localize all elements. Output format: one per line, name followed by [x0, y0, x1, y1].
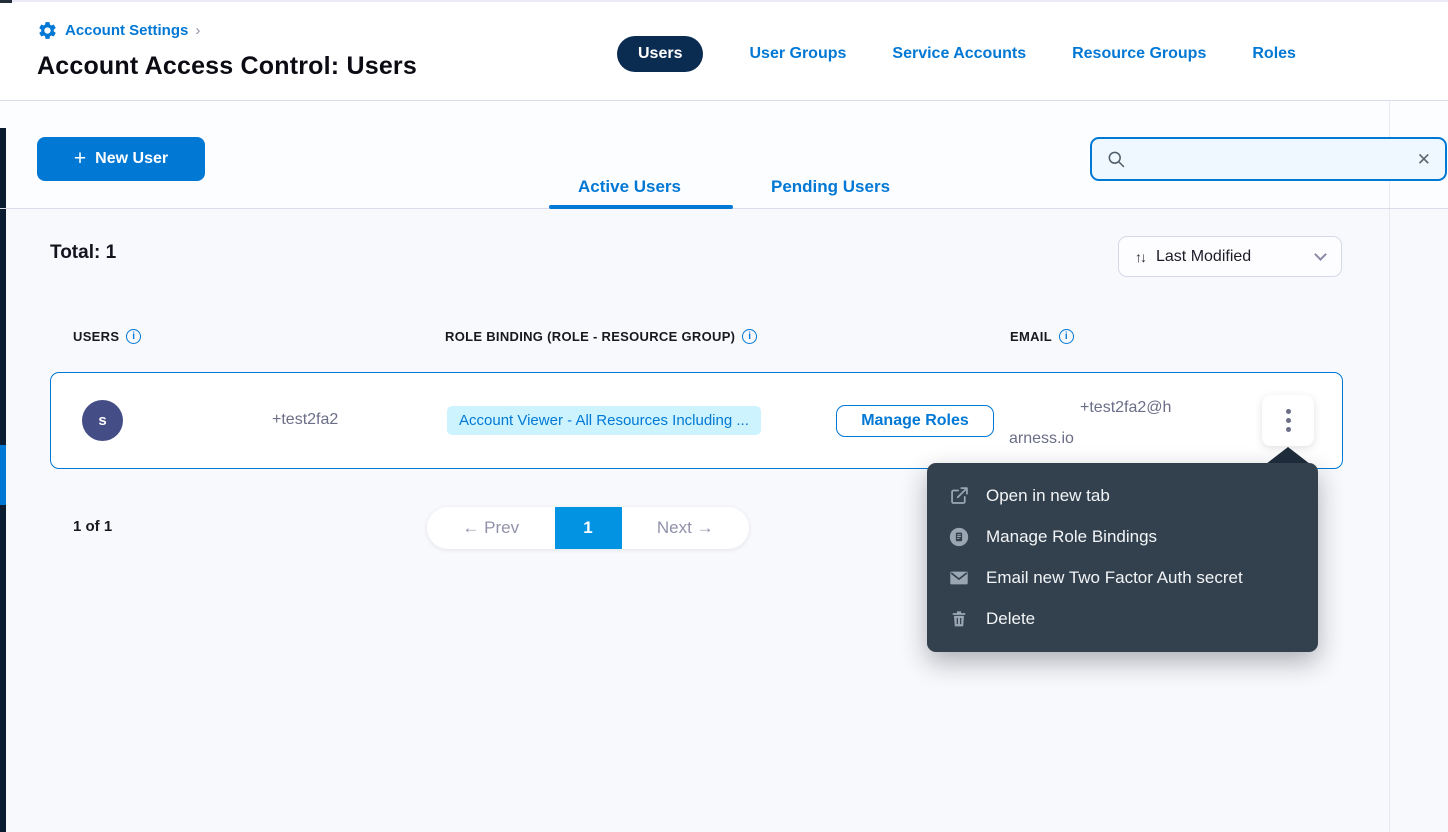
user-email-line1: +test2fa2@h: [1009, 392, 1251, 423]
info-icon[interactable]: i: [742, 329, 757, 344]
row-actions-menu-button[interactable]: [1262, 395, 1314, 446]
menu-item-label: Open in new tab: [986, 486, 1110, 506]
menu-item-manage-role-bindings[interactable]: Manage Role Bindings: [927, 516, 1318, 557]
column-users-label: USERS: [73, 329, 119, 344]
breadcrumb-separator: ›: [195, 22, 200, 39]
menu-item-open-in-new-tab[interactable]: Open in new tab: [927, 475, 1318, 516]
page-title: Account Access Control: Users: [37, 52, 417, 81]
gear-icon: [37, 20, 58, 41]
info-icon[interactable]: i: [126, 329, 141, 344]
sort-arrows-icon: ↑↓: [1135, 249, 1145, 265]
screen: Account Settings › Account Access Contro…: [0, 0, 1448, 832]
column-header-email: EMAIL i: [1010, 329, 1074, 344]
tab-active-users[interactable]: Active Users: [578, 177, 681, 197]
sidebar-edge: [0, 128, 6, 832]
new-user-button[interactable]: + New User: [37, 137, 205, 181]
column-email-label: EMAIL: [1010, 329, 1052, 344]
kebab-icon: [1286, 409, 1291, 414]
avatar: s: [82, 400, 123, 441]
sidebar-scroll-indicator: [0, 445, 6, 505]
nav-tab-service-accounts[interactable]: Service Accounts: [892, 45, 1026, 63]
search-clear-icon[interactable]: ✕: [1417, 151, 1431, 168]
search-box[interactable]: ✕: [1090, 137, 1447, 181]
top-left-edge: [0, 0, 12, 3]
chevron-down-icon: [1314, 248, 1327, 261]
breadcrumb-label[interactable]: Account Settings: [65, 22, 188, 39]
menu-item-delete[interactable]: Delete: [927, 598, 1318, 639]
info-icon[interactable]: i: [1059, 329, 1074, 344]
manage-roles-button[interactable]: Manage Roles: [836, 405, 994, 437]
search-icon: [1106, 149, 1126, 169]
sort-selected-value: Last Modified: [1156, 248, 1305, 266]
column-role-label: ROLE BINDING (ROLE - RESOURCE GROUP): [445, 329, 735, 344]
active-tab-underline: [549, 205, 733, 209]
tab-pending-users[interactable]: Pending Users: [771, 177, 890, 197]
prev-page-button[interactable]: ← Prev: [427, 518, 555, 538]
next-page-button[interactable]: Next →: [622, 518, 750, 538]
nav-tab-resource-groups[interactable]: Resource Groups: [1072, 45, 1206, 63]
row-actions-menu: Open in new tab Manage Role Bindings Ema…: [927, 463, 1318, 652]
role-bindings-icon: [947, 525, 971, 549]
plus-icon: +: [74, 148, 86, 169]
column-header-users: USERS i: [73, 329, 141, 344]
header-divider: [0, 100, 1448, 101]
top-hairline: [0, 0, 1448, 2]
current-page-button[interactable]: 1: [555, 507, 622, 549]
search-input[interactable]: [1136, 151, 1407, 168]
nav-tab-roles[interactable]: Roles: [1252, 45, 1296, 63]
pagination-summary: 1 of 1: [73, 518, 112, 535]
breadcrumb[interactable]: Account Settings ›: [37, 20, 200, 41]
delete-icon: [947, 607, 971, 631]
popover-arrow: [1266, 447, 1310, 464]
module-nav: Users User Groups Service Accounts Resou…: [617, 36, 1296, 72]
menu-item-email-2fa-secret[interactable]: Email new Two Factor Auth secret: [927, 557, 1318, 598]
user-email-line2: arness.io: [1009, 423, 1251, 454]
email-icon: [947, 566, 971, 590]
right-divider-line: [1389, 101, 1390, 832]
column-header-role-binding: ROLE BINDING (ROLE - RESOURCE GROUP) i: [445, 329, 757, 344]
user-name: +test2fa2: [272, 411, 338, 429]
user-email: +test2fa2@h arness.io: [1009, 392, 1251, 454]
menu-item-label: Manage Role Bindings: [986, 527, 1157, 547]
menu-item-label: Delete: [986, 609, 1035, 629]
total-count: Total: 1: [50, 242, 116, 264]
nav-tab-users[interactable]: Users: [617, 36, 703, 72]
role-binding-chip: Account Viewer - All Resources Including…: [447, 406, 761, 435]
open-in-new-tab-icon: [947, 484, 971, 508]
nav-tab-user-groups[interactable]: User Groups: [749, 45, 846, 63]
pagination: ← Prev 1 Next →: [427, 507, 749, 549]
new-user-label: New User: [95, 150, 168, 168]
menu-item-label: Email new Two Factor Auth secret: [986, 568, 1243, 588]
sort-dropdown[interactable]: ↑↓ Last Modified: [1118, 236, 1342, 277]
